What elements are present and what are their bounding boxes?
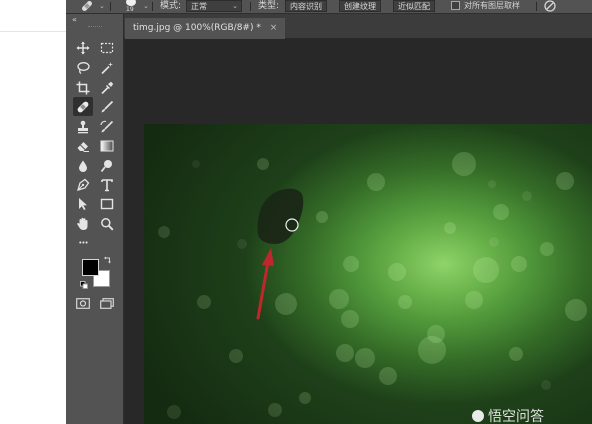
clone-stamp-tool-button[interactable] xyxy=(73,117,93,136)
screen-mode-icon[interactable] xyxy=(100,298,114,309)
chevron-down-icon: ⌄ xyxy=(232,2,238,10)
default-colors-icon[interactable] xyxy=(80,281,88,289)
type-label: 类型: xyxy=(258,1,280,11)
proximity-match-button[interactable]: 近似匹配 xyxy=(393,0,435,12)
brush-preview[interactable]: 19 xyxy=(124,0,138,14)
eyedropper-icon xyxy=(101,81,114,94)
watermark: 悟空问答 xyxy=(472,410,544,424)
brush-icon xyxy=(101,100,114,112)
mode-select[interactable]: 正常 ⌄ xyxy=(186,0,242,12)
marquee-tool-button[interactable] xyxy=(97,38,117,57)
close-icon[interactable]: × xyxy=(270,18,278,39)
pen-tool-button[interactable] xyxy=(73,175,93,194)
foreground-color-swatch[interactable] xyxy=(82,259,99,276)
rectangular-marquee-icon xyxy=(100,42,114,53)
sample-all-layers-checkbox[interactable] xyxy=(451,1,460,10)
create-texture-button[interactable]: 创建纹理 xyxy=(339,0,381,12)
rectangle-shape-icon xyxy=(100,198,114,209)
red-arrow-head-icon xyxy=(262,248,274,266)
brush-tool-button[interactable] xyxy=(97,97,117,116)
zoom-magnifier-icon xyxy=(101,217,114,230)
eraser-tool-button[interactable] xyxy=(73,136,93,155)
stamp-icon xyxy=(78,120,88,133)
hand-icon xyxy=(77,217,88,230)
rectangle-tool-button[interactable] xyxy=(97,194,117,213)
pen-icon xyxy=(77,178,90,191)
quick-mask-icon[interactable] xyxy=(76,298,90,309)
document-tab-title: timg.jpg @ 100%(RGB/8#) * xyxy=(133,23,261,33)
pressure-size-button[interactable] xyxy=(542,0,558,14)
content-aware-button[interactable]: 内容识别 xyxy=(285,0,327,12)
sample-all-layers-label: 对所有图层取样 xyxy=(464,1,520,10)
magic-wand-icon xyxy=(101,61,113,74)
path-selection-tool-button[interactable] xyxy=(73,194,93,213)
document-tab[interactable]: timg.jpg @ 100%(RGB/8#) * × xyxy=(125,18,286,39)
dodge-tool-button[interactable] xyxy=(97,156,117,175)
blur-drop-icon xyxy=(79,160,87,172)
gradient-tool-button[interactable] xyxy=(97,136,117,155)
options-bar: ⌄ 19 ⌄ 模式: 正常 ⌄ 类型: 内容识别 创建纹理 近似匹配 对所有图层… xyxy=(66,0,592,14)
spot-healing-brush-tool-button[interactable] xyxy=(73,97,93,116)
collapse-panel-icon[interactable]: « xyxy=(72,15,77,24)
bandage-icon xyxy=(82,1,92,11)
watermark-text: 悟空问答 xyxy=(488,409,544,424)
zoom-tool-button[interactable] xyxy=(97,214,117,233)
chevron-down-icon[interactable]: ⌄ xyxy=(99,0,105,13)
dark-blemish-spot xyxy=(257,188,304,244)
outside-window-area xyxy=(0,0,66,424)
image-canvas[interactable] xyxy=(144,124,592,424)
hand-tool-button[interactable] xyxy=(73,214,93,233)
crop-tool-button[interactable] xyxy=(73,78,93,97)
type-tool-button[interactable] xyxy=(97,175,117,194)
panel-grip[interactable] xyxy=(88,26,102,28)
type-icon xyxy=(101,178,113,191)
history-brush-icon xyxy=(100,120,114,132)
wukong-logo-icon xyxy=(472,410,484,422)
swap-colors-icon[interactable] xyxy=(103,256,112,265)
eyedropper-tool-button[interactable] xyxy=(97,78,117,97)
arrow-cursor-icon xyxy=(79,197,87,210)
brush-size-value: 19 xyxy=(126,6,134,13)
dodge-icon xyxy=(100,159,112,172)
history-brush-tool-button[interactable] xyxy=(97,117,117,136)
mode-label: 模式: xyxy=(160,1,182,11)
annotation-layer xyxy=(256,188,304,320)
move-tool-button[interactable] xyxy=(73,38,93,57)
red-arrow-shaft xyxy=(256,260,270,320)
tool-preset-picker[interactable] xyxy=(78,0,96,15)
eraser-icon xyxy=(77,141,89,152)
bandage-icon xyxy=(77,101,89,112)
more-dots-icon: ••• xyxy=(78,238,88,247)
move-icon xyxy=(76,41,90,54)
crop-icon xyxy=(76,81,90,94)
magic-wand-tool-button[interactable] xyxy=(97,58,117,77)
lasso-icon xyxy=(77,61,90,74)
blur-tool-button[interactable] xyxy=(73,156,93,175)
edit-toolbar-button[interactable]: ••• xyxy=(73,233,93,252)
brush-picker-chevron-icon[interactable]: ⌄ xyxy=(143,0,149,13)
gradient-icon xyxy=(100,140,114,151)
pressure-pen-icon xyxy=(544,0,556,12)
document-tab-bar: timg.jpg @ 100%(RGB/8#) * × xyxy=(124,14,592,39)
lasso-tool-button[interactable] xyxy=(73,58,93,77)
mode-select-value: 正常 xyxy=(191,2,207,11)
